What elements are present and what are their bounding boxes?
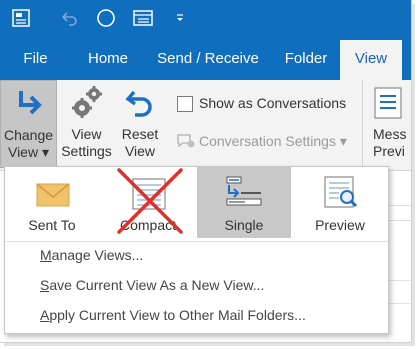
view-settings-label-2: Settings [61, 143, 112, 159]
message-preview-label-1: Mess [373, 126, 407, 142]
circle-icon[interactable] [94, 7, 118, 29]
list-icon[interactable] [131, 7, 155, 29]
view-option-single[interactable]: Single [197, 167, 291, 238]
outlook-window: File Home Send / Receive Folder View Cha… [0, 0, 412, 343]
list-row-fragment [388, 303, 411, 318]
reset-view-label-1: Reset [121, 126, 159, 142]
menu-hotkey: M [40, 247, 52, 263]
reset-view-button[interactable]: Reset View [115, 80, 165, 168]
dropdown-separator [5, 241, 388, 242]
tab-folder[interactable]: Folder [275, 40, 337, 80]
show-as-conversations-label: Show as Conversations [199, 95, 347, 111]
customize-dropdown-icon[interactable] [168, 7, 192, 29]
show-as-conversations-checkbox[interactable] [177, 96, 193, 112]
reset-view-label-2: View [124, 143, 156, 159]
view-option-sent-to[interactable]: Sent To [5, 167, 99, 238]
change-view-icon [19, 91, 42, 115]
conversation-settings-button[interactable]: Conversation Settings ▾ [199, 133, 347, 150]
red-cross-mark [117, 168, 183, 234]
conversation-settings-icon [177, 134, 195, 148]
tab-home[interactable]: Home [78, 40, 138, 80]
change-view-button[interactable]: Change View ▾ [0, 80, 57, 168]
title-bar [0, 0, 411, 40]
view-option-preview[interactable]: Preview [293, 167, 387, 238]
change-view-dropdown: Sent To Compact Single Preview Manage Vi… [4, 166, 389, 334]
ribbon-tabs: File Home Send / Receive Folder View [0, 40, 411, 80]
single-view-icon [226, 176, 262, 206]
apply-current-view-menu-item[interactable]: Apply Current View to Other Mail Folders… [40, 307, 306, 323]
save-current-view-menu-item[interactable]: Save Current View As a New View... [40, 277, 264, 293]
message-preview-button[interactable]: Mess Previ [365, 80, 411, 168]
tab-send-receive[interactable]: Send / Receive [148, 40, 268, 80]
view-settings-button[interactable]: View Settings [58, 80, 115, 168]
send-receive-icon[interactable] [9, 7, 33, 29]
reset-icon [125, 90, 152, 117]
envelope-icon [36, 183, 70, 207]
gears-icon [72, 86, 102, 118]
tab-file[interactable]: File [13, 40, 58, 80]
manage-views-menu-item[interactable]: Manage Views... [40, 247, 143, 263]
message-preview-label-2: Previ [373, 143, 405, 159]
menu-item-label: anage Views... [51, 247, 144, 263]
list-header-fragment [388, 205, 411, 221]
view-option-compact[interactable]: Compact [101, 167, 195, 238]
undo-icon[interactable] [58, 7, 82, 29]
list-row-fragment [388, 280, 411, 295]
group-divider [362, 80, 363, 166]
message-preview-icon [374, 87, 402, 119]
preview-view-icon [324, 176, 358, 208]
view-settings-label-1: View [71, 126, 102, 142]
change-view-label-1: Change [3, 127, 54, 143]
tab-view[interactable]: View [340, 40, 402, 80]
view-option-label: Sent To [28, 217, 76, 233]
menu-item-label: pply Current View to Other Mail Folders.… [49, 307, 306, 323]
view-option-label: Single [224, 217, 264, 233]
menu-item-label: ave Current View As a New View... [49, 277, 265, 293]
view-option-label: Preview [315, 217, 365, 233]
menu-hotkey: S [40, 277, 50, 293]
ribbon: Change View ▾ View Settings Reset View S… [0, 80, 411, 171]
change-view-label-2: View ▾ [7, 144, 49, 160]
menu-hotkey: A [40, 307, 50, 323]
